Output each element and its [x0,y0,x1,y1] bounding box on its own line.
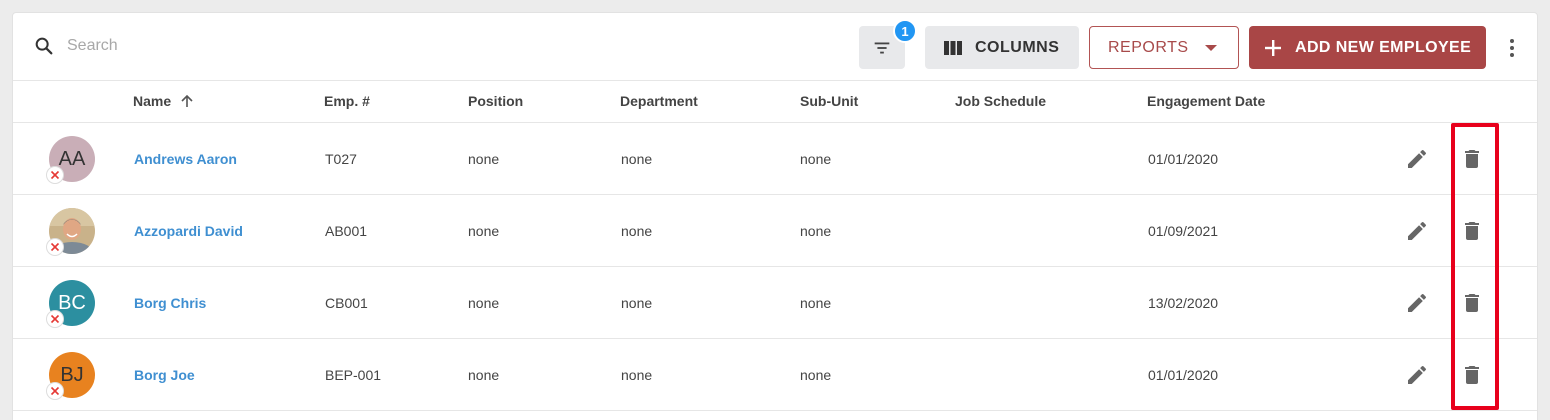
columns-button-label: COLUMNS [975,38,1060,56]
columns-icon [944,40,962,55]
reports-button[interactable]: REPORTS [1089,26,1239,69]
employee-engagement-date: 13/02/2020 [1148,295,1219,311]
table-row: AA Andrews Aaron T027 none none none 01/… [13,123,1537,195]
employee-name-link[interactable]: Andrews Aaron [134,151,237,167]
filter-count-badge: 1 [893,19,917,43]
employee-number: CB001 [325,295,368,311]
filter-icon [874,42,890,53]
employee-position: none [468,223,500,239]
pencil-icon[interactable] [1405,291,1429,315]
close-icon [46,166,64,184]
employee-department: none [621,367,653,383]
column-header-subunit[interactable]: Sub-Unit [800,93,858,109]
chevron-down-icon [1204,44,1217,51]
employee-subunit: none [800,223,832,239]
trash-icon[interactable] [1460,291,1484,315]
employee-number: T027 [325,151,357,167]
employee-department: none [621,295,653,311]
employee-engagement-date: 01/01/2020 [1148,367,1219,383]
employee-name-link[interactable]: Borg Joe [134,367,195,383]
search-icon [35,37,53,55]
trash-icon[interactable] [1460,147,1484,171]
column-header-engagement-date[interactable]: Engagement Date [1147,93,1265,109]
arrow-up-icon [181,94,193,107]
avatar-initials: AA [58,147,86,170]
pencil-icon[interactable] [1405,363,1429,387]
employee-position: none [468,367,500,383]
table-header: Name Emp. # Position Department Sub-Unit… [13,81,1537,123]
table-row: BC Borg Chris CB001 none none none 13/02… [13,267,1537,339]
columns-button[interactable]: COLUMNS [925,26,1079,69]
employee-engagement-date: 01/09/2021 [1148,223,1219,239]
employee-subunit: none [800,367,832,383]
pencil-icon[interactable] [1405,147,1429,171]
employee-engagement-date: 01/01/2020 [1148,151,1219,167]
employee-subunit: none [800,295,832,311]
close-icon [46,238,64,256]
column-header-position[interactable]: Position [468,93,523,109]
trash-icon[interactable] [1460,219,1484,243]
close-icon [46,310,64,328]
employee-number: BEP-001 [325,367,382,383]
employee-number: AB001 [325,223,368,239]
column-header-department[interactable]: Department [620,93,698,109]
add-new-employee-label: ADD NEW EMPLOYEE [1295,38,1472,56]
close-icon [46,382,64,400]
avatar-initials: BC [58,291,86,314]
employee-subunit: none [800,151,832,167]
column-header-emp-no[interactable]: Emp. # [324,93,370,109]
toolbar: 1 COLUMNS REPORTS ADD NEW EMPLOYEE [13,13,1537,81]
more-vert-icon[interactable] [1503,35,1521,61]
employee-name-link[interactable]: Azzopardi David [134,223,243,239]
table-row: Azzopardi David AB001 none none none 01/… [13,195,1537,267]
employee-position: none [468,295,500,311]
avatar-initials: BJ [60,363,84,386]
table-row: BJ Borg Joe BEP-001 none none none 01/01… [13,339,1537,411]
employee-position: none [468,151,500,167]
employee-department: none [621,223,653,239]
search-input[interactable] [67,35,567,57]
pencil-icon[interactable] [1405,219,1429,243]
employee-name-link[interactable]: Borg Chris [134,295,206,311]
reports-button-label: REPORTS [1108,38,1189,56]
column-header-job-schedule[interactable]: Job Schedule [955,93,1046,109]
plus-icon [1265,39,1281,56]
add-new-employee-button[interactable]: ADD NEW EMPLOYEE [1249,26,1486,69]
employee-list-card: 1 COLUMNS REPORTS ADD NEW EMPLOYEE [12,12,1538,420]
column-header-name[interactable]: Name [133,93,195,109]
trash-icon[interactable] [1460,363,1484,387]
column-header-name-label: Name [133,93,172,109]
employee-department: none [621,151,653,167]
